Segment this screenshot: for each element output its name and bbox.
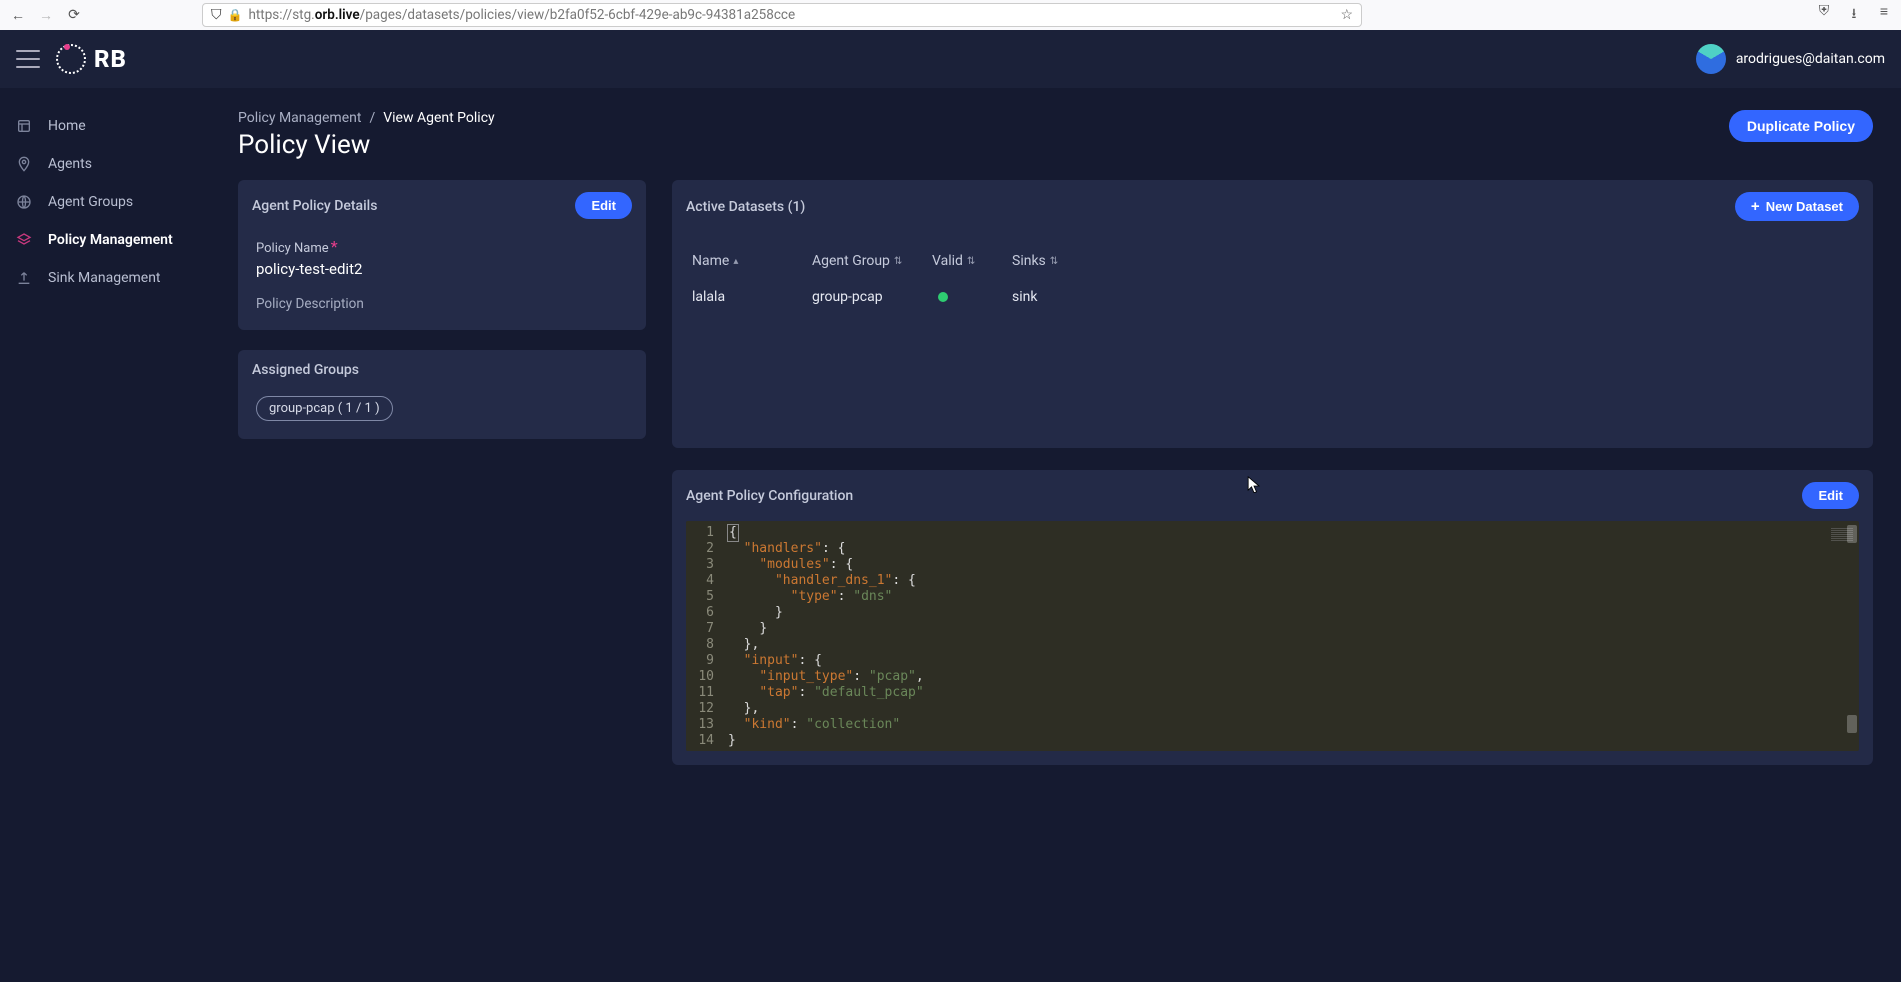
card-title: Assigned Groups <box>252 362 359 378</box>
scrollbar-thumb[interactable] <box>1847 525 1857 543</box>
sidebar: Home Agents Agent Groups Policy Manageme… <box>0 88 210 982</box>
logo-mark-icon <box>56 44 86 74</box>
sidebar-item-home[interactable]: Home <box>0 108 210 144</box>
cell-name: lalala <box>692 289 812 305</box>
table-row[interactable]: lalala group-pcap sink <box>692 279 1853 315</box>
sidebar-item-policy-management[interactable]: Policy Management <box>0 222 210 258</box>
back-icon[interactable]: ← <box>8 7 28 24</box>
forward-icon[interactable]: → <box>36 7 56 24</box>
assigned-groups-card: Assigned Groups group-pcap ( 1 / 1 ) <box>238 350 646 439</box>
avatar <box>1696 44 1726 74</box>
layers-icon <box>14 232 34 248</box>
edit-config-button[interactable]: Edit <box>1802 482 1859 509</box>
col-sinks[interactable]: Sinks⇅ <box>1012 253 1102 269</box>
brand-text: RB <box>94 45 127 73</box>
sidebar-item-label: Agents <box>48 156 92 172</box>
sort-icon: ⇅ <box>1050 256 1058 267</box>
active-datasets-card: Active Datasets (1) + New Dataset Name▴ … <box>672 180 1873 448</box>
user-menu[interactable]: arodrigues@daitan.com <box>1696 44 1885 74</box>
user-email: arodrigues@daitan.com <box>1736 51 1885 67</box>
col-agent-group[interactable]: Agent Group⇅ <box>812 253 932 269</box>
new-dataset-button[interactable]: + New Dataset <box>1735 192 1859 221</box>
sort-icon: ⇅ <box>967 256 975 267</box>
duplicate-policy-button[interactable]: Duplicate Policy <box>1729 110 1873 142</box>
app-header: RB arodrigues@daitan.com <box>0 30 1901 88</box>
col-name[interactable]: Name▴ <box>692 253 812 269</box>
cell-valid <box>932 289 1012 305</box>
sidebar-item-label: Policy Management <box>48 232 173 248</box>
app-logo[interactable]: RB <box>56 44 127 74</box>
new-dataset-label: New Dataset <box>1766 199 1843 214</box>
downloads-icon[interactable]: ⭳ <box>1845 3 1863 27</box>
card-title: Agent Policy Configuration <box>686 488 853 504</box>
line-gutter: 1234567891011121314 <box>686 521 720 751</box>
sidebar-item-label: Sink Management <box>48 270 161 286</box>
browser-toolbar: ← → ⟳ ⛉ 🔒 https://stg.orb.live/pages/dat… <box>0 0 1901 30</box>
globe-icon <box>14 194 34 210</box>
agent-policy-details-card: Agent Policy Details Edit Policy Name* p… <box>238 180 646 330</box>
edit-details-button[interactable]: Edit <box>575 192 632 219</box>
group-chip[interactable]: group-pcap ( 1 / 1 ) <box>256 396 393 421</box>
sidebar-item-agent-groups[interactable]: Agent Groups <box>0 184 210 220</box>
menu-toggle-icon[interactable] <box>16 50 40 68</box>
breadcrumb-current: View Agent Policy <box>383 110 494 126</box>
sort-icon: ⇅ <box>894 256 902 267</box>
breadcrumb-root[interactable]: Policy Management <box>238 110 361 126</box>
code-content: { "handlers": { "modules": { "handler_dn… <box>720 521 1859 751</box>
sidebar-item-label: Home <box>48 118 86 134</box>
cell-sinks: sink <box>1012 289 1102 305</box>
page-title: Policy View <box>238 130 495 160</box>
url-text: https://stg.orb.live/pages/datasets/poli… <box>248 7 795 23</box>
bookmark-star-icon[interactable]: ☆ <box>1340 7 1353 23</box>
lock-icon: 🔒 <box>228 8 243 22</box>
sidebar-item-agents[interactable]: Agents <box>0 146 210 182</box>
col-valid[interactable]: Valid⇅ <box>932 253 1012 269</box>
policy-name-value: policy-test-edit2 <box>256 260 628 278</box>
pocket-icon[interactable]: ⛨ <box>1815 3 1833 27</box>
url-bar[interactable]: ⛉ 🔒 https://stg.orb.live/pages/datasets/… <box>202 3 1362 27</box>
pin-icon <box>14 156 34 172</box>
shield-icon: ⛉ <box>211 7 222 23</box>
breadcrumb-sep: / <box>369 110 375 126</box>
agent-policy-config-card: Agent Policy Configuration Edit 12345678… <box>672 470 1873 765</box>
home-icon <box>14 118 34 134</box>
cell-group: group-pcap <box>812 289 932 305</box>
policy-name-label: Policy Name <box>256 241 329 256</box>
card-title: Agent Policy Details <box>252 198 377 214</box>
table-header: Name▴ Agent Group⇅ Valid⇅ Sinks⇅ <box>692 243 1853 279</box>
main-content: Policy Management / View Agent Policy Po… <box>210 88 1901 982</box>
breadcrumb: Policy Management / View Agent Policy <box>238 110 495 126</box>
required-mark: * <box>331 237 338 256</box>
plus-icon: + <box>1751 198 1760 215</box>
json-editor[interactable]: 1234567891011121314 { "handlers": { "mod… <box>686 521 1859 751</box>
datasets-table: Name▴ Agent Group⇅ Valid⇅ Sinks⇅ lalala … <box>672 233 1873 335</box>
policy-description-label: Policy Description <box>256 296 628 312</box>
sort-asc-icon: ▴ <box>733 256 738 267</box>
app-menu-icon[interactable]: ≡ <box>1875 3 1893 27</box>
scrollbar-thumb[interactable] <box>1847 715 1857 733</box>
reload-icon[interactable]: ⟳ <box>64 7 84 23</box>
status-dot-icon <box>938 292 948 302</box>
sidebar-item-sink-management[interactable]: Sink Management <box>0 260 210 296</box>
sidebar-item-label: Agent Groups <box>48 194 133 210</box>
upload-icon <box>14 270 34 286</box>
card-title: Active Datasets (1) <box>686 199 805 215</box>
